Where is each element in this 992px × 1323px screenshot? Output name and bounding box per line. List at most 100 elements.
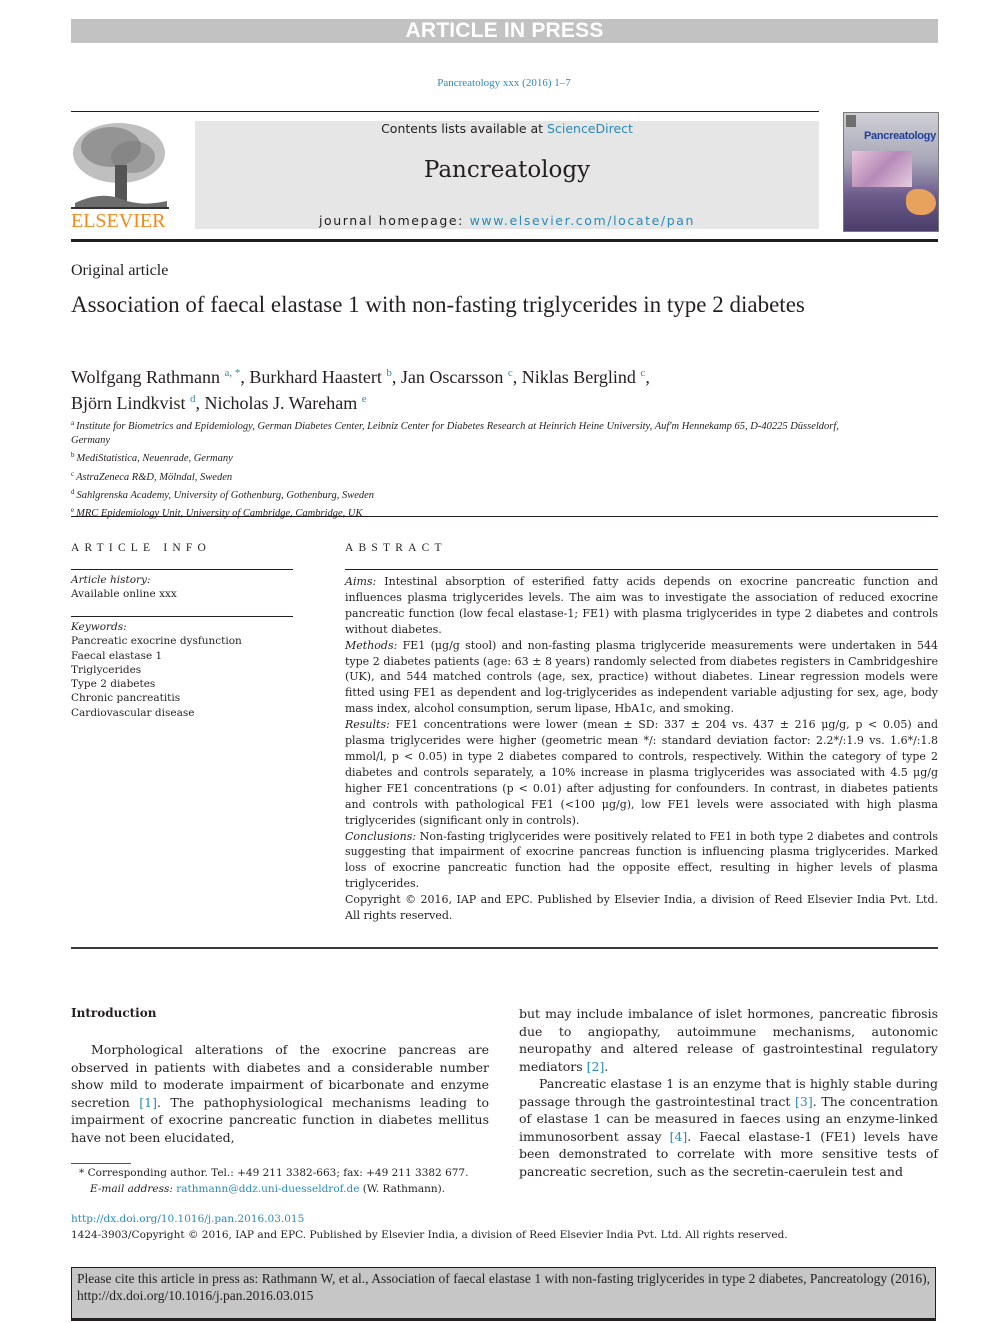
body-left-column: Morphological alterations of the exocrin… <box>71 1041 489 1146</box>
abstract-section-text: Non-fasting triglycerides were positivel… <box>345 829 938 891</box>
author-name[interactable]: Burkhard Haastert <box>249 367 381 387</box>
article-title: Association of faecal elastase 1 with no… <box>71 292 805 317</box>
journal-cover-thumbnail[interactable]: Pancreatology <box>843 112 939 232</box>
affiliation-key: c <box>71 469 75 478</box>
keyword-item: Pancreatic exocrine dysfunction <box>71 635 242 648</box>
keywords-label: Keywords: <box>71 621 127 633</box>
abstract-heading: ABSTRACT <box>345 542 447 554</box>
reference-link[interactable]: [1] <box>139 1095 157 1110</box>
author-name[interactable]: Jan Oscarsson <box>401 367 503 387</box>
contents-available-line: Contents lists available at ScienceDirec… <box>195 121 819 136</box>
citation-box: Please cite this article in press as: Ra… <box>71 1267 936 1321</box>
elsevier-wordmark: ELSEVIER <box>71 210 166 232</box>
author-name[interactable]: Nicholas J. Wareham <box>205 393 358 413</box>
body-right-column: but may include imbalance of islet hormo… <box>519 1005 938 1180</box>
footnote-rule <box>71 1163 131 1164</box>
paragraph-text: but may include imbalance of islet hormo… <box>519 1006 938 1074</box>
affiliations-bottom-rule <box>71 516 938 517</box>
cover-pancreas-illustration <box>906 189 936 215</box>
abstract-section-text: FE1 concentrations were lower (mean ± SD… <box>345 718 938 827</box>
affiliation-key: a <box>71 419 75 427</box>
article-in-press-banner: ARTICLE IN PRESS <box>71 19 938 43</box>
keywords-rule <box>71 616 293 617</box>
keyword-item: Triglycerides <box>71 663 142 676</box>
corresponding-author-footnote: * Corresponding author. Tel.: +49 211 33… <box>71 1166 511 1197</box>
article-history-value: Available online xxx <box>71 588 177 601</box>
abstract-copyright: Copyright © 2016, IAP and EPC. Published… <box>345 893 938 923</box>
email-line: E-mail address: rathmann@ddz.uni-duessel… <box>71 1182 511 1198</box>
affiliation-text: Sahlgrenska Academy, University of Gothe… <box>76 489 375 501</box>
introduction-heading: Introduction <box>71 1006 157 1020</box>
keyword-item: Faecal elastase 1 <box>71 649 163 662</box>
header-top-rule <box>71 111 819 112</box>
article-type: Original article <box>71 262 169 279</box>
author-affiliation-marker[interactable]: e <box>362 393 367 405</box>
reference-link[interactable]: [3] <box>795 1094 813 1109</box>
author-affiliation-marker[interactable]: b <box>386 367 392 379</box>
journal-homepage-line: journal homepage: www.elsevier.com/locat… <box>195 213 819 228</box>
intro-paragraph-continued: but may include imbalance of islet hormo… <box>519 1005 938 1075</box>
abstract-results: Results: FE1 concentrations were lower (… <box>345 717 938 828</box>
corresponding-author-line: * Corresponding author. Tel.: +49 211 33… <box>79 1167 469 1179</box>
affiliation-text: MRC Epidemiology Unit, University of Cam… <box>76 508 363 520</box>
cover-histology-image <box>852 151 912 187</box>
affiliation-key: b <box>71 451 75 460</box>
author-list: Wolfgang Rathmann a, *, Burkhard Haaster… <box>71 367 650 413</box>
doi-block: http://dx.doi.org/10.1016/j.pan.2016.03.… <box>71 1211 931 1243</box>
abstract-methods: Methods: FE1 (μg/g stool) and non-fastin… <box>345 638 938 718</box>
email-label: E-mail address: <box>90 1182 173 1195</box>
contents-prefix: Contents lists available at <box>381 121 548 136</box>
abstract-bottom-rule <box>71 947 938 949</box>
abstract-rule <box>345 569 938 570</box>
doi-link[interactable]: http://dx.doi.org/10.1016/j.pan.2016.03.… <box>71 1211 931 1227</box>
header-bottom-rule <box>71 239 938 242</box>
abstract-section-text: FE1 (μg/g stool) and non-fasting plasma … <box>345 638 938 716</box>
abstract-section-label: Aims: <box>345 575 377 588</box>
author-affiliation-marker[interactable]: d <box>190 393 196 405</box>
article-info-rule <box>71 569 293 570</box>
affiliation-item: e MRC Epidemiology Unit, University of Ca… <box>71 503 871 521</box>
author-name[interactable]: Björn Lindkvist <box>71 393 186 413</box>
abstract-section-label: Methods: <box>345 638 398 652</box>
cover-title: Pancreatology <box>864 130 936 142</box>
author-affiliation-marker[interactable]: a, * <box>225 367 241 379</box>
article-info-heading: ARTICLE INFO <box>71 542 211 554</box>
article-history: Article history: Available online xxx <box>71 573 293 602</box>
keyword-item: Chronic pancreatitis <box>71 692 181 705</box>
author-name[interactable]: Niklas Berglind <box>522 367 636 387</box>
affiliation-text: MediStatistica, Neuenrade, Germany <box>76 453 233 465</box>
abstract-section-text: Intestinal absorption of esterified fatt… <box>345 575 938 636</box>
journal-reference-link[interactable]: Pancreatology xxx (2016) 1–7 <box>0 77 992 89</box>
affiliation-key: e <box>71 506 75 515</box>
keywords-list: Keywords: Pancreatic exocrine dysfunctio… <box>71 620 293 720</box>
email-link[interactable]: rathmann@ddz.uni-duesseldrof.de <box>176 1183 359 1195</box>
journal-title: Pancreatology <box>423 157 591 183</box>
reference-link[interactable]: [4] <box>670 1129 688 1144</box>
journal-homepage-link[interactable]: www.elsevier.com/locate/pan <box>470 213 695 228</box>
abstract-section-label: Conclusions: <box>345 829 417 843</box>
affiliation-text: Institute for Biometrics and Epidemiolog… <box>71 421 839 447</box>
issn-copyright: 1424-3903/Copyright © 2016, IAP and EPC.… <box>71 1229 788 1241</box>
abstract-aims: Aims: Intestinal absorption of esterifie… <box>345 574 938 638</box>
email-suffix: (W. Rathmann). <box>359 1182 446 1195</box>
affiliation-item: d Sahlgrenska Academy, University of Goth… <box>71 485 871 503</box>
keyword-item: Cardiovascular disease <box>71 706 195 719</box>
cover-publisher-icon <box>846 115 856 127</box>
intro-paragraph: Pancreatic elastase 1 is an enzyme that … <box>519 1075 938 1180</box>
abstract-body: Aims: Intestinal absorption of esterifie… <box>345 574 938 924</box>
homepage-prefix: journal homepage: <box>318 213 470 228</box>
affiliation-key: d <box>71 487 75 496</box>
affiliation-item: b MediStatistica, Neuenrade, Germany <box>71 448 871 466</box>
paragraph-text: . <box>604 1058 609 1074</box>
author-affiliation-marker[interactable]: c <box>640 367 645 379</box>
keyword-item: Type 2 diabetes <box>71 678 156 691</box>
affiliation-text: AstraZeneca R&D, Mölndal, Sweden <box>76 471 233 483</box>
affiliations: a Institute for Biometrics and Epidemiolo… <box>71 416 871 521</box>
abstract-section-label: Results: <box>345 718 390 732</box>
sciencedirect-link[interactable]: ScienceDirect <box>547 121 633 136</box>
affiliation-item: a Institute for Biometrics and Epidemiolo… <box>71 416 871 448</box>
reference-link[interactable]: [2] <box>587 1059 605 1074</box>
author-name[interactable]: Wolfgang Rathmann <box>71 367 220 387</box>
author-affiliation-marker[interactable]: c <box>508 367 513 379</box>
abstract-conclusions: Conclusions: Non-fasting triglycerides w… <box>345 829 938 893</box>
